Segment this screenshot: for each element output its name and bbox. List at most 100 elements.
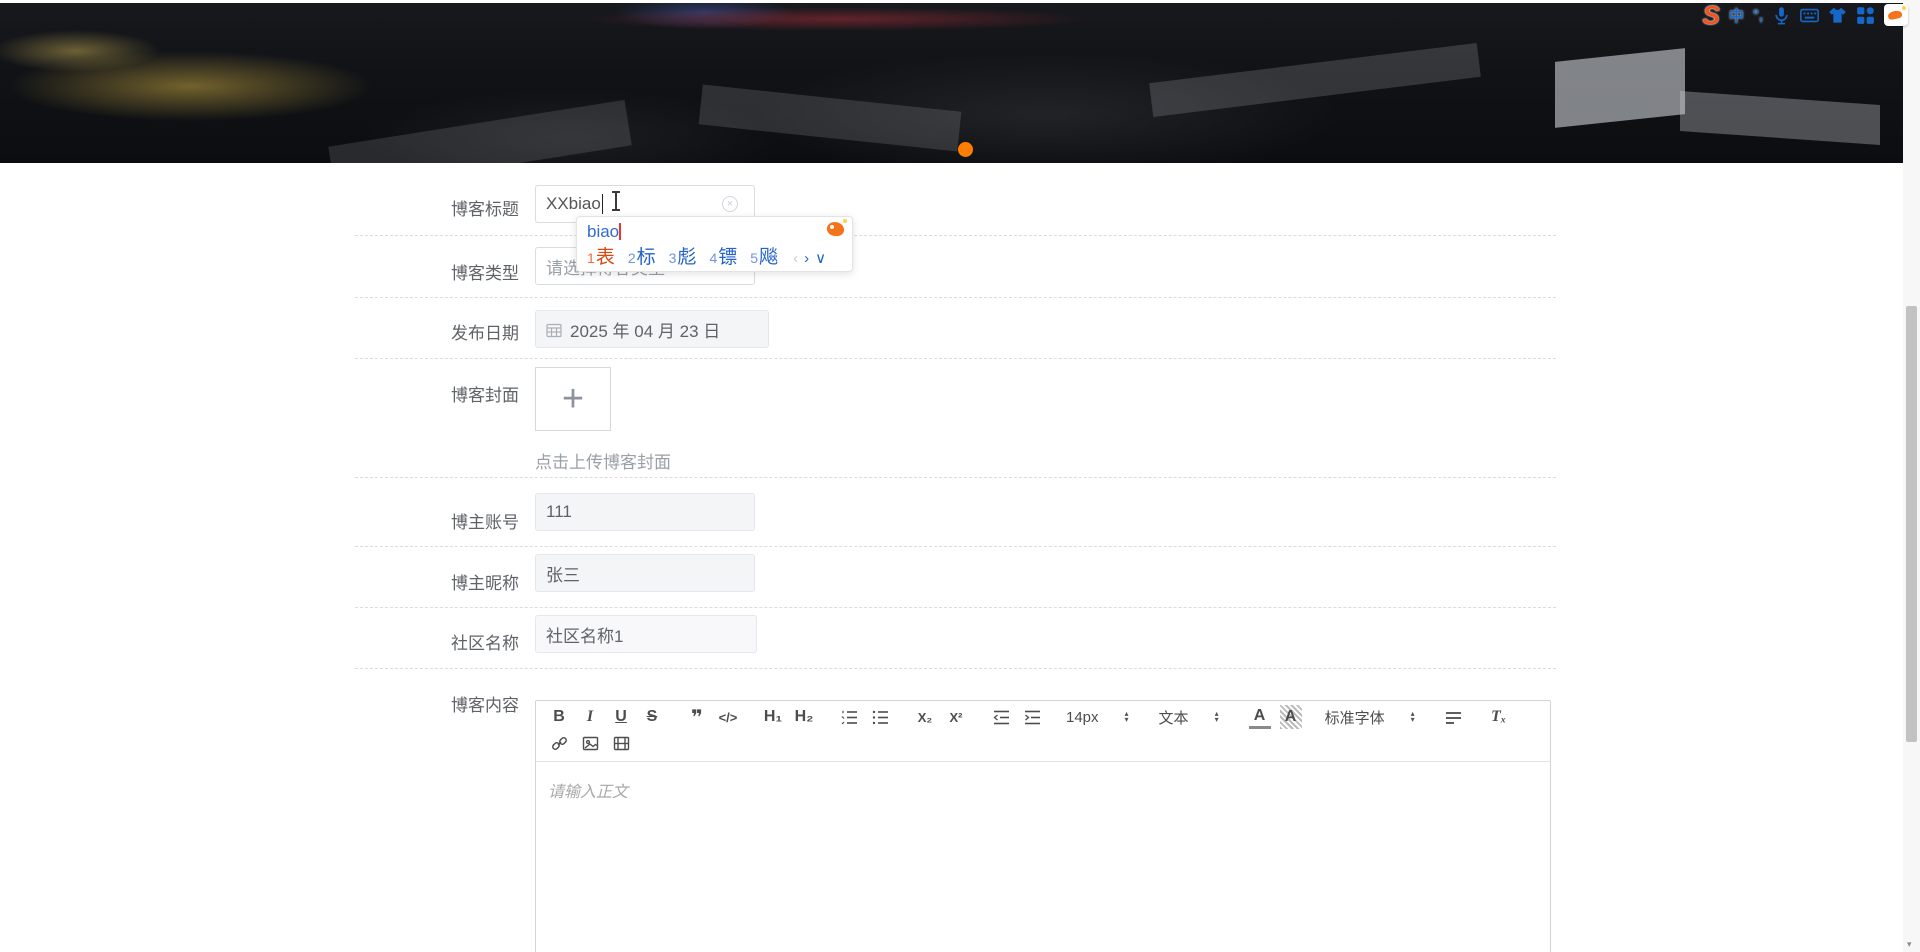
video-icon[interactable] [610, 731, 632, 755]
microphone-icon[interactable] [1772, 6, 1791, 25]
link-icon[interactable] [548, 731, 570, 755]
blogger-account-label: 博主账号 [355, 508, 519, 533]
indent-icon[interactable] [1021, 705, 1043, 729]
publish-date-value: 2025 年 04 月 23 日 [570, 317, 720, 342]
cover-upload-button[interactable]: + [535, 367, 611, 431]
strikethrough-button[interactable]: S [641, 705, 663, 729]
editor-placeholder: 请输入正文 [548, 784, 628, 801]
align-icon[interactable] [1443, 705, 1465, 729]
ime-candidate-2[interactable]: 2标 [628, 244, 656, 273]
blogger-account-input[interactable]: 111 [535, 493, 755, 531]
ordered-list-icon[interactable] [838, 705, 860, 729]
blockquote-button[interactable]: ❞ [686, 705, 708, 729]
blogger-account-value: 111 [546, 502, 572, 522]
row-divider [355, 297, 1556, 298]
vertical-scrollbar[interactable]: ▾ [1903, 0, 1920, 952]
ime-pinyin-text: biao [587, 222, 619, 241]
editor-toolbar-row2 [536, 729, 1550, 762]
outdent-icon[interactable] [990, 705, 1012, 729]
row-divider [355, 477, 1556, 478]
calendar-icon [546, 322, 562, 337]
ime-candidate-1[interactable]: 1表 [587, 244, 615, 273]
text-style-dropdown[interactable]: 文本 ▴▾ [1159, 707, 1219, 728]
sogou-mini-logo-icon[interactable] [827, 222, 844, 236]
banner-image [0, 3, 1903, 163]
updown-arrows-icon: ▴▾ [1411, 711, 1415, 723]
font-size-dropdown[interactable]: 14px ▴▾ [1066, 709, 1129, 726]
publish-date-label: 发布日期 [355, 319, 519, 344]
ime-prev-page-icon[interactable]: ‹ [793, 245, 798, 273]
plus-icon: + [562, 380, 584, 418]
carousel-dot-active[interactable] [958, 142, 973, 157]
heading2-button[interactable]: H₂ [793, 705, 815, 729]
heading1-button[interactable]: H₁ [762, 705, 784, 729]
blog-title-value: XXbiao [546, 194, 601, 214]
banner-rooftop-shape [699, 85, 962, 152]
text-color-button[interactable]: A [1249, 705, 1271, 729]
ime-pinyin-row: biao [587, 220, 842, 244]
clear-format-button[interactable]: Tₓ [1488, 705, 1510, 729]
rich-text-editor: B I U S ❞ </> H₁ H₂ X₂ [535, 700, 1551, 952]
sogou-ime-toolbar: S 中 °, [1702, 2, 1908, 28]
scrollbar-down-arrow[interactable]: ▾ [1907, 939, 1912, 950]
mouse-ibeam-cursor [610, 190, 622, 212]
row-divider [355, 668, 1556, 669]
font-family-value: 标准字体 [1325, 707, 1385, 728]
updown-arrows-icon: ▴▾ [1125, 711, 1129, 723]
subscript-button[interactable]: X₂ [914, 705, 936, 729]
superscript-button[interactable]: X² [945, 705, 967, 729]
blog-content-label: 博客内容 [355, 691, 519, 716]
sogou-logo-icon[interactable]: S [1702, 4, 1719, 26]
ime-candidate-4[interactable]: 4镖 [709, 244, 737, 273]
italic-button[interactable]: I [579, 705, 601, 729]
ime-candidates-row: 1表 2标 3彪 4镖 5飚 ‹ › ∨ [587, 244, 842, 272]
blog-cover-label: 博客封面 [355, 381, 519, 406]
banner-building-shape [1680, 91, 1880, 145]
row-divider [355, 235, 1556, 236]
text-caret [602, 194, 603, 214]
editor-toolbar-row1: B I U S ❞ </> H₁ H₂ X₂ [536, 701, 1550, 729]
punctuation-icon[interactable]: °, [1753, 7, 1763, 24]
clear-icon[interactable]: × [722, 196, 738, 212]
toolbox-grid-icon[interactable] [1856, 6, 1875, 25]
ime-candidate-5[interactable]: 5飚 [750, 244, 778, 273]
blogger-nickname-input[interactable]: 张三 [535, 554, 755, 592]
banner-building-shape [1555, 48, 1685, 128]
community-name-label: 社区名称 [355, 629, 519, 654]
font-family-dropdown[interactable]: 标准字体 ▴▾ [1325, 707, 1415, 728]
publish-date-picker[interactable]: 2025 年 04 月 23 日 [535, 310, 769, 348]
banner-rooftop-shape [328, 100, 632, 163]
row-divider [355, 607, 1556, 608]
row-divider [355, 358, 1556, 359]
sogou-emoji-icon[interactable] [1884, 4, 1908, 26]
text-style-value: 文本 [1159, 707, 1189, 728]
row-divider [355, 546, 1556, 547]
blogger-nickname-value: 张三 [546, 561, 580, 586]
keyboard-icon[interactable] [1800, 6, 1819, 25]
unordered-list-icon[interactable] [869, 705, 891, 729]
community-name-value: 社区名称1 [546, 622, 623, 647]
highlight-color-button[interactable]: A [1280, 705, 1302, 729]
banner-rooftop-shape [1149, 43, 1481, 117]
chinese-mode-icon[interactable]: 中 [1729, 5, 1744, 26]
ime-nav: ‹ › ∨ [793, 245, 826, 273]
skin-shirt-icon[interactable] [1828, 6, 1847, 25]
blogger-nickname-label: 博主昵称 [355, 569, 519, 594]
underline-button[interactable]: U [610, 705, 632, 729]
cover-upload-hint: 点击上传博客封面 [535, 448, 671, 473]
ime-expand-icon[interactable]: ∨ [815, 245, 826, 273]
blog-title-label: 博客标题 [355, 195, 519, 220]
ime-candidate-3[interactable]: 3彪 [669, 244, 697, 273]
editor-content-area[interactable]: 请输入正文 [536, 762, 1550, 818]
ime-next-page-icon[interactable]: › [804, 245, 809, 273]
blog-type-label: 博客类型 [355, 259, 519, 284]
scrollbar-thumb[interactable] [1906, 306, 1917, 742]
font-size-value: 14px [1066, 709, 1099, 726]
community-name-input[interactable]: 社区名称1 [535, 615, 757, 653]
bold-button[interactable]: B [548, 705, 570, 729]
page: S 中 °, 博客标题 XXbiao × 博客类型 请选择博客类型 发布日期 [0, 0, 1920, 952]
updown-arrows-icon: ▴▾ [1215, 711, 1219, 723]
ime-caret [619, 223, 621, 240]
image-icon[interactable] [579, 731, 601, 755]
code-button[interactable]: </> [717, 705, 739, 729]
